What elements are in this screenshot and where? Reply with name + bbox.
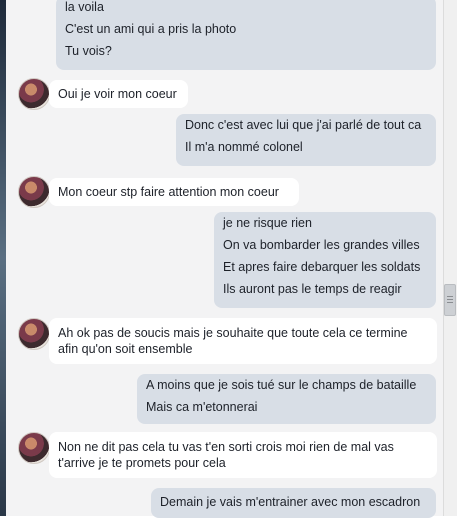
incoming-message: Non ne dit pas cela tu vas t'en sorti cr…	[49, 432, 437, 478]
contact-avatar[interactable]	[18, 318, 50, 350]
message-text: Tu vois?	[65, 44, 112, 58]
contact-avatar[interactable]	[18, 176, 50, 208]
outgoing-message: je ne risque rien On va bombarder les gr…	[214, 212, 436, 308]
message-text: Ils auront pas le temps de reagir	[223, 282, 402, 296]
scrollbar-thumb[interactable]	[444, 284, 456, 316]
scrollbar[interactable]	[443, 0, 457, 516]
message-text: A moins que je sois tué sur le champs de…	[146, 378, 417, 392]
message-text: Donc c'est avec lui que j'ai parlé de to…	[185, 118, 422, 132]
contact-avatar[interactable]	[18, 78, 50, 110]
outgoing-message: Donc c'est avec lui que j'ai parlé de to…	[176, 114, 436, 166]
message-text: Il m'a nommé colonel	[185, 140, 303, 154]
chat-thread: la voila C'est un ami qui a pris la phot…	[6, 0, 444, 518]
message-text: C'est un ami qui a pris la photo	[65, 22, 237, 36]
outgoing-message: la voila C'est un ami qui a pris la phot…	[56, 0, 436, 70]
message-text: je ne risque rien	[223, 216, 312, 230]
contact-avatar[interactable]	[18, 432, 50, 464]
outgoing-message: A moins que je sois tué sur le champs de…	[137, 374, 436, 424]
outgoing-message: Demain je vais m'entrainer avec mon esca…	[151, 488, 436, 518]
message-text: Et apres faire debarquer les soldats	[223, 260, 421, 274]
incoming-message: Oui je voir mon coeur	[49, 80, 188, 108]
incoming-message: Ah ok pas de soucis mais je souhaite que…	[49, 318, 437, 364]
message-text: Mon coeur stp faire attention mon coeur	[58, 185, 279, 199]
message-text: Mais ca m'etonnerai	[146, 400, 258, 414]
message-text: Demain je vais m'entrainer avec mon esca…	[160, 495, 421, 509]
incoming-message: Mon coeur stp faire attention mon coeur	[49, 178, 299, 206]
message-text: On va bombarder les grandes villes	[223, 238, 420, 252]
message-text: Oui je voir mon coeur	[58, 87, 177, 101]
message-text: la voila	[65, 0, 104, 14]
message-text: Ah ok pas de soucis mais je souhaite que…	[58, 326, 408, 356]
message-text: Non ne dit pas cela tu vas t'en sorti cr…	[58, 440, 394, 470]
